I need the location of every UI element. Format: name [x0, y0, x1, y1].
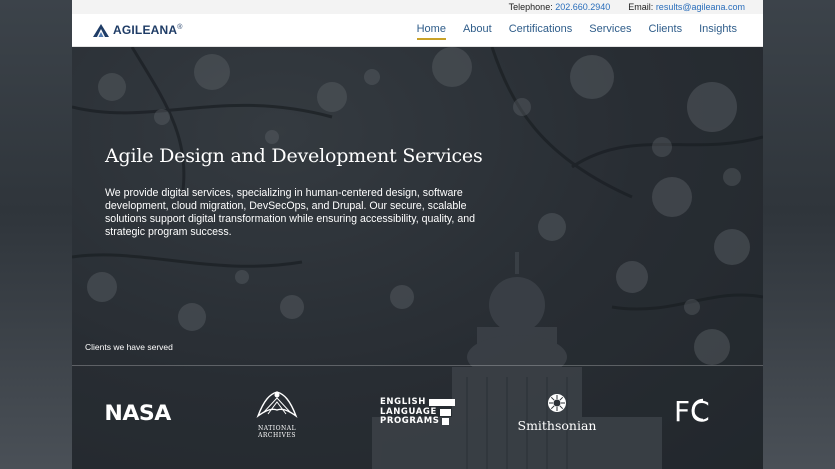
telephone-link[interactable]: 202.660.2940	[555, 2, 610, 12]
agileana-logo[interactable]: AGILEANA®	[92, 23, 183, 38]
fcc-mark: FC	[674, 395, 710, 428]
email-link[interactable]: results@agileana.com	[656, 2, 745, 12]
elp-line3: PROGRAMS	[380, 416, 440, 426]
email-info: Email: results@agileana.com	[628, 2, 745, 12]
nav-services[interactable]: Services	[589, 23, 631, 38]
hero-description: We provide digital services, specializin…	[105, 187, 475, 238]
telephone-info: Telephone: 202.660.2940	[509, 2, 611, 12]
elp-bar	[439, 408, 451, 416]
english-language-programs-logo[interactable]: ENGLISH LANGUAGE PROGRAMS	[380, 397, 455, 427]
main-nav: Home About Certifications Services Clien…	[416, 23, 737, 40]
hero-banner: Agile Design and Development Services We…	[72, 47, 763, 469]
email-label: Email:	[628, 2, 654, 12]
elp-bar	[442, 418, 450, 426]
archives-line2: ARCHIVES	[258, 432, 296, 439]
blurred-backdrop-right	[763, 0, 835, 469]
nav-clients[interactable]: Clients	[648, 23, 682, 38]
archives-line1: NATIONAL	[257, 425, 297, 432]
clients-label: Clients we have served	[85, 342, 173, 352]
nav-certifications[interactable]: Certifications	[509, 23, 573, 38]
nav-insights[interactable]: Insights	[699, 23, 737, 38]
sunburst-icon	[548, 394, 566, 412]
contact-bar: Telephone: 202.660.2940 Email: results@a…	[72, 0, 763, 14]
national-archives-logo[interactable]: NATIONAL ARCHIVES	[252, 388, 302, 439]
brand-name: AGILEANA®	[113, 23, 183, 37]
fcc-logo[interactable]: FC	[673, 392, 715, 433]
agileana-mountain-icon	[93, 23, 109, 37]
client-logos: NASA NATIONAL ARCHIVES ENGLISH LANGUAGE …	[72, 366, 763, 469]
telephone-label: Telephone:	[508, 2, 553, 12]
smithsonian-logo[interactable]: Smithsonian	[516, 393, 598, 433]
hero-title: Agile Design and Development Services	[105, 145, 483, 167]
smithsonian-wordmark: Smithsonian	[517, 418, 597, 433]
website: Telephone: 202.660.2940 Email: results@a…	[72, 0, 763, 469]
eagle-icon	[256, 391, 298, 418]
nav-home[interactable]: Home	[416, 23, 447, 40]
blurred-backdrop-left	[0, 0, 72, 469]
site-header: AGILEANA® Home About Certifications Serv…	[72, 14, 763, 47]
fcc-letters: FC	[674, 395, 710, 428]
elp-bar	[428, 399, 455, 407]
nasa-logo[interactable]: NASA	[104, 401, 171, 425]
nav-about[interactable]: About	[463, 23, 492, 38]
